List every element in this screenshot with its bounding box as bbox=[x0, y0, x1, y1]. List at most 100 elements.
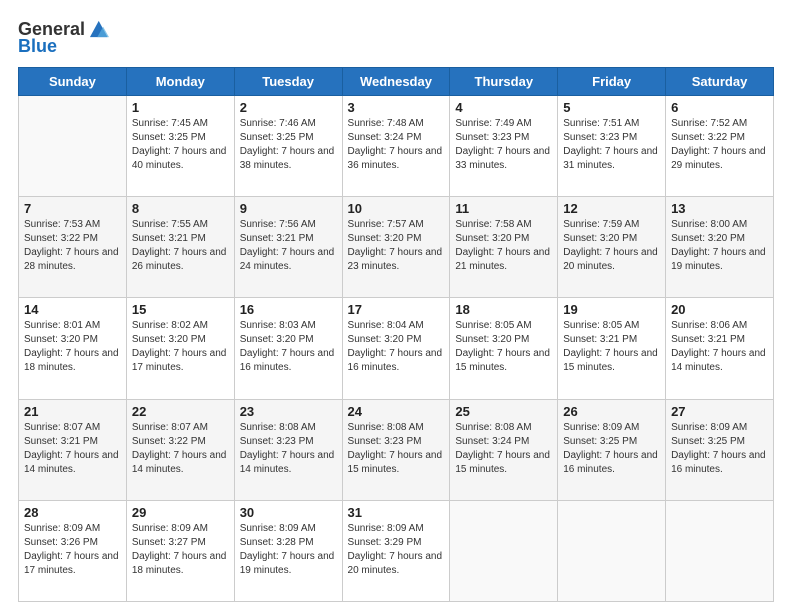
day-number: 17 bbox=[348, 302, 445, 317]
day-info: Sunrise: 7:52 AMSunset: 3:22 PMDaylight:… bbox=[671, 117, 768, 173]
calendar-cell: 7Sunrise: 7:53 AMSunset: 3:22 PMDaylight… bbox=[19, 197, 127, 298]
day-info: Sunrise: 7:48 AMSunset: 3:24 PMDaylight:… bbox=[348, 117, 445, 173]
day-number: 10 bbox=[348, 201, 445, 216]
calendar-week-row: 1 Sunrise: 7:45 AMSunset: 3:25 PMDaylight… bbox=[19, 96, 774, 197]
calendar-cell: 28Sunrise: 8:09 AMSunset: 3:26 PMDayligh… bbox=[19, 500, 127, 601]
day-number: 19 bbox=[563, 302, 660, 317]
day-info: Sunrise: 8:08 AMSunset: 3:23 PMDaylight:… bbox=[240, 421, 337, 477]
calendar-cell: 8 Sunrise: 7:55 AMSunset: 3:21 PMDaylight… bbox=[126, 197, 234, 298]
day-number: 15 bbox=[132, 302, 229, 317]
page: General Blue SundayMondayTuesdayWednesda… bbox=[0, 0, 792, 612]
calendar-cell: 17 Sunrise: 8:04 AMSunset: 3:20 PMDayligh… bbox=[342, 298, 450, 399]
day-number: 7 bbox=[24, 201, 121, 216]
day-info: Sunrise: 8:02 AMSunset: 3:20 PMDaylight:… bbox=[132, 319, 229, 375]
day-number: 1 bbox=[132, 100, 229, 115]
day-number: 29 bbox=[132, 505, 229, 520]
calendar-cell bbox=[558, 500, 666, 601]
day-number: 20 bbox=[671, 302, 768, 317]
calendar-cell: 20 Sunrise: 8:06 AMSunset: 3:21 PMDayligh… bbox=[666, 298, 774, 399]
day-info: Sunrise: 7:57 AMSunset: 3:20 PMDaylight:… bbox=[348, 218, 445, 274]
day-info: Sunrise: 8:06 AMSunset: 3:21 PMDaylight:… bbox=[671, 319, 768, 375]
day-info: Sunrise: 7:59 AMSunset: 3:20 PMDaylight:… bbox=[563, 218, 660, 274]
day-number: 9 bbox=[240, 201, 337, 216]
day-number: 3 bbox=[348, 100, 445, 115]
day-number: 25 bbox=[455, 404, 552, 419]
day-number: 4 bbox=[455, 100, 552, 115]
logo: General Blue bbox=[18, 18, 109, 57]
weekday-header-friday: Friday bbox=[558, 68, 666, 96]
calendar-cell: 18 Sunrise: 8:05 AMSunset: 3:20 PMDayligh… bbox=[450, 298, 558, 399]
weekday-header-row: SundayMondayTuesdayWednesdayThursdayFrid… bbox=[19, 68, 774, 96]
day-number: 24 bbox=[348, 404, 445, 419]
calendar-cell: 14 Sunrise: 8:01 AMSunset: 3:20 PMDayligh… bbox=[19, 298, 127, 399]
calendar-cell: 24 Sunrise: 8:08 AMSunset: 3:23 PMDayligh… bbox=[342, 399, 450, 500]
calendar-cell: 6 Sunrise: 7:52 AMSunset: 3:22 PMDaylight… bbox=[666, 96, 774, 197]
calendar-cell: 15 Sunrise: 8:02 AMSunset: 3:20 PMDayligh… bbox=[126, 298, 234, 399]
day-info: Sunrise: 8:08 AMSunset: 3:23 PMDaylight:… bbox=[348, 421, 445, 477]
calendar-cell: 11Sunrise: 7:58 AMSunset: 3:20 PMDayligh… bbox=[450, 197, 558, 298]
day-info: Sunrise: 7:49 AMSunset: 3:23 PMDaylight:… bbox=[455, 117, 552, 173]
day-info: Sunrise: 7:56 AMSunset: 3:21 PMDaylight:… bbox=[240, 218, 337, 274]
day-info: Sunrise: 8:01 AMSunset: 3:20 PMDaylight:… bbox=[24, 319, 121, 375]
day-info: Sunrise: 8:09 AMSunset: 3:28 PMDaylight:… bbox=[240, 522, 337, 578]
day-info: Sunrise: 8:07 AMSunset: 3:22 PMDaylight:… bbox=[132, 421, 229, 477]
calendar-cell: 12Sunrise: 7:59 AMSunset: 3:20 PMDayligh… bbox=[558, 197, 666, 298]
day-info: Sunrise: 8:08 AMSunset: 3:24 PMDaylight:… bbox=[455, 421, 552, 477]
calendar-table: SundayMondayTuesdayWednesdayThursdayFrid… bbox=[18, 67, 774, 602]
day-number: 14 bbox=[24, 302, 121, 317]
calendar-cell: 10 Sunrise: 7:57 AMSunset: 3:20 PMDayligh… bbox=[342, 197, 450, 298]
calendar-week-row: 7Sunrise: 7:53 AMSunset: 3:22 PMDaylight… bbox=[19, 197, 774, 298]
day-number: 18 bbox=[455, 302, 552, 317]
calendar-cell: 1 Sunrise: 7:45 AMSunset: 3:25 PMDaylight… bbox=[126, 96, 234, 197]
day-info: Sunrise: 8:03 AMSunset: 3:20 PMDaylight:… bbox=[240, 319, 337, 375]
day-info: Sunrise: 8:09 AMSunset: 3:25 PMDaylight:… bbox=[671, 421, 768, 477]
calendar-cell: 25 Sunrise: 8:08 AMSunset: 3:24 PMDayligh… bbox=[450, 399, 558, 500]
calendar-cell: 21Sunrise: 8:07 AMSunset: 3:21 PMDayligh… bbox=[19, 399, 127, 500]
calendar-cell: 26 Sunrise: 8:09 AMSunset: 3:25 PMDayligh… bbox=[558, 399, 666, 500]
calendar-week-row: 14 Sunrise: 8:01 AMSunset: 3:20 PMDayligh… bbox=[19, 298, 774, 399]
day-number: 30 bbox=[240, 505, 337, 520]
day-number: 6 bbox=[671, 100, 768, 115]
calendar-cell: 29 Sunrise: 8:09 AMSunset: 3:27 PMDayligh… bbox=[126, 500, 234, 601]
calendar-cell bbox=[666, 500, 774, 601]
day-info: Sunrise: 7:45 AMSunset: 3:25 PMDaylight:… bbox=[132, 117, 229, 173]
calendar-cell bbox=[19, 96, 127, 197]
weekday-header-saturday: Saturday bbox=[666, 68, 774, 96]
day-info: Sunrise: 8:05 AMSunset: 3:20 PMDaylight:… bbox=[455, 319, 552, 375]
calendar-week-row: 28Sunrise: 8:09 AMSunset: 3:26 PMDayligh… bbox=[19, 500, 774, 601]
day-info: Sunrise: 7:55 AMSunset: 3:21 PMDaylight:… bbox=[132, 218, 229, 274]
day-info: Sunrise: 7:51 AMSunset: 3:23 PMDaylight:… bbox=[563, 117, 660, 173]
calendar-cell: 31Sunrise: 8:09 AMSunset: 3:29 PMDayligh… bbox=[342, 500, 450, 601]
day-number: 28 bbox=[24, 505, 121, 520]
calendar-cell: 22 Sunrise: 8:07 AMSunset: 3:22 PMDayligh… bbox=[126, 399, 234, 500]
day-info: Sunrise: 8:07 AMSunset: 3:21 PMDaylight:… bbox=[24, 421, 121, 477]
calendar-cell: 3 Sunrise: 7:48 AMSunset: 3:24 PMDaylight… bbox=[342, 96, 450, 197]
day-info: Sunrise: 8:09 AMSunset: 3:25 PMDaylight:… bbox=[563, 421, 660, 477]
calendar-cell: 9 Sunrise: 7:56 AMSunset: 3:21 PMDaylight… bbox=[234, 197, 342, 298]
calendar-cell: 30 Sunrise: 8:09 AMSunset: 3:28 PMDayligh… bbox=[234, 500, 342, 601]
weekday-header-thursday: Thursday bbox=[450, 68, 558, 96]
day-number: 5 bbox=[563, 100, 660, 115]
day-number: 26 bbox=[563, 404, 660, 419]
header: General Blue bbox=[18, 18, 774, 57]
calendar-cell: 2Sunrise: 7:46 AMSunset: 3:25 PMDaylight… bbox=[234, 96, 342, 197]
calendar-cell: 5 Sunrise: 7:51 AMSunset: 3:23 PMDaylight… bbox=[558, 96, 666, 197]
day-number: 22 bbox=[132, 404, 229, 419]
day-number: 23 bbox=[240, 404, 337, 419]
calendar-cell: 27Sunrise: 8:09 AMSunset: 3:25 PMDayligh… bbox=[666, 399, 774, 500]
calendar-cell: 19Sunrise: 8:05 AMSunset: 3:21 PMDayligh… bbox=[558, 298, 666, 399]
calendar-cell: 23 Sunrise: 8:08 AMSunset: 3:23 PMDayligh… bbox=[234, 399, 342, 500]
day-info: Sunrise: 8:09 AMSunset: 3:27 PMDaylight:… bbox=[132, 522, 229, 578]
day-info: Sunrise: 7:58 AMSunset: 3:20 PMDaylight:… bbox=[455, 218, 552, 274]
weekday-header-monday: Monday bbox=[126, 68, 234, 96]
weekday-header-sunday: Sunday bbox=[19, 68, 127, 96]
weekday-header-tuesday: Tuesday bbox=[234, 68, 342, 96]
day-info: Sunrise: 8:04 AMSunset: 3:20 PMDaylight:… bbox=[348, 319, 445, 375]
logo-icon bbox=[87, 18, 109, 40]
calendar-week-row: 21Sunrise: 8:07 AMSunset: 3:21 PMDayligh… bbox=[19, 399, 774, 500]
day-info: Sunrise: 8:00 AMSunset: 3:20 PMDaylight:… bbox=[671, 218, 768, 274]
day-number: 2 bbox=[240, 100, 337, 115]
day-number: 8 bbox=[132, 201, 229, 216]
calendar-cell: 16 Sunrise: 8:03 AMSunset: 3:20 PMDayligh… bbox=[234, 298, 342, 399]
day-number: 16 bbox=[240, 302, 337, 317]
